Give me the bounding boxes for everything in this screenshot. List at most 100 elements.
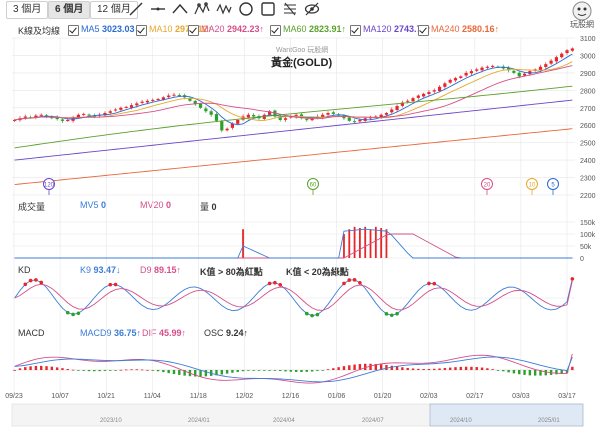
macd-label: MACD [18,328,45,338]
candle-body [124,106,128,108]
osc-bar [61,368,64,370]
osc-bar [390,365,393,370]
kd-red-dot [347,278,352,282]
candle-body [512,70,516,73]
osc-bar [310,370,314,372]
osc-bar [119,369,123,371]
osc-bar [385,365,388,370]
osc-bar [475,367,478,370]
osc-bar [395,366,399,370]
osc-bar [560,370,563,374]
candle-body [172,94,176,96]
ma-toggle-ma60[interactable] [270,25,281,36]
hide-icon[interactable] [304,1,320,17]
osc-bar [199,370,202,377]
osc-bar [443,368,447,370]
candle-body [167,95,171,98]
osc-bar [305,370,308,372]
kd-green-dot [71,312,75,317]
osc-bar [114,370,117,371]
ellipse-icon[interactable] [238,1,254,17]
ma-value: 2823.91↑ [309,24,347,34]
wave-pattern-icon[interactable] [194,1,210,17]
osc-bar [289,370,293,372]
range-6m-button[interactable]: 6 個月 [48,1,91,19]
ma-value: 3023.03↑ [102,24,140,34]
osc-bar [533,370,537,376]
candle-body [98,114,102,116]
candle-body [491,65,495,67]
osc-bar [241,370,245,372]
x-tick-label: 11/04 [144,393,161,400]
ma-toggle-ma240[interactable] [418,25,429,36]
candle-body [108,111,112,113]
volume-tick-label: 150k [580,220,596,227]
range-3m-button[interactable]: 3 個月 [6,1,49,19]
ma-marker-circle [481,178,493,190]
osc-bar [40,365,43,370]
candle-body [23,116,27,118]
ma-legend-ma20: MA20 2942.23↑ [201,24,264,34]
candle-body [39,114,43,116]
k-line [14,278,573,317]
candle-body [151,99,155,101]
osc-bar [45,366,48,370]
kd-green-dot [389,313,394,318]
ma-toggle-ma120[interactable] [350,25,361,36]
candle-body [13,119,17,121]
candle-body [347,117,351,121]
osc-bar [549,370,553,375]
osc-bar [13,370,16,371]
kd-label: KD [18,265,31,275]
ma-line-ma60 [14,85,573,149]
candle-body [437,86,442,92]
osc-bar [247,370,250,371]
mv5-line [14,228,573,259]
candle-body [305,119,309,121]
osc-bar [502,370,505,372]
kd-red-dot [342,281,346,286]
ma-name: MA5 [81,24,103,34]
toolbar: 3 個月 6 個月 12 個月 玩股網 [0,0,600,29]
line-tool-icon[interactable] [128,1,144,17]
osc-bar [284,370,287,372]
osc-bar [364,363,367,370]
kd-green-dot [76,311,81,316]
candle-body [390,109,394,113]
ma-toggle-ma5[interactable] [68,25,79,36]
kd-green-dot [315,312,320,317]
x-tick-label: 02/17 [466,393,484,400]
ma-toggle-ma10[interactable] [136,25,147,36]
candle-body [501,66,505,69]
candle-body [76,114,80,118]
trend-line-icon[interactable] [172,1,188,17]
navigator-label: 2024/07 [362,418,384,424]
candle-body [400,102,404,106]
osc-bar [523,370,526,375]
kd-red-dot [273,280,277,285]
candle-body [183,95,187,98]
ma-toggle-ma20[interactable] [188,25,199,36]
kd-red-dot [113,282,118,287]
ma-value: 2580.16↑ [462,24,500,34]
candle-body [28,117,33,119]
fibonacci-icon[interactable] [282,1,298,17]
candle-body [337,114,341,116]
wave-pattern-alt-icon[interactable] [216,1,232,17]
candle-body [544,64,548,67]
osc-bar [167,370,170,374]
osc-bar [130,369,133,371]
osc-bar [528,370,532,376]
osc-bar [448,367,452,370]
osc-bar [252,370,255,371]
rectangle-icon[interactable] [260,1,276,17]
horizontal-line-icon[interactable] [150,1,166,17]
candle-body [432,90,436,92]
kd-red-dot [432,281,437,286]
candle-body [156,99,160,101]
volume-tick-label: 50k [580,244,592,251]
ma-name: MA10 [149,24,176,34]
volume-bar [374,226,377,258]
candle-body [416,95,420,98]
x-tick-label: 10/07 [51,393,69,400]
